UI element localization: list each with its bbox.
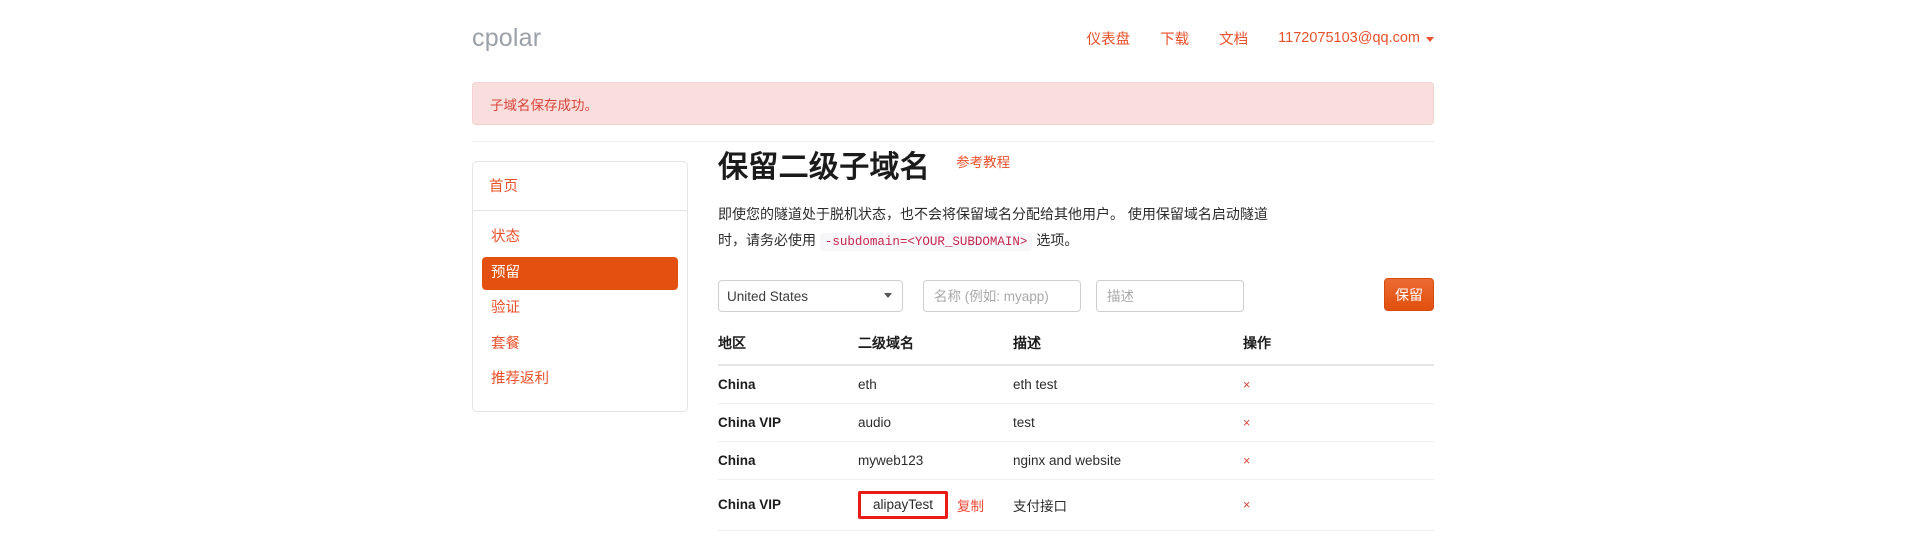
sidebar-item-referral[interactable]: 推荐返利 <box>482 363 678 397</box>
cell-region: China <box>718 441 858 481</box>
table-header-row: 地区 二级域名 描述 操作 <box>718 333 1434 367</box>
delete-icon[interactable]: × <box>1243 454 1250 468</box>
highlighted-subdomain: alipayTest <box>858 491 949 519</box>
cell-action: × <box>1243 365 1434 405</box>
subdomain-value: audio <box>858 415 892 431</box>
table-row: China VIP audio test × <box>718 403 1434 443</box>
cell-description: 支付接口 <box>1013 479 1243 531</box>
nav-item-download[interactable]: 下载 <box>1160 28 1189 49</box>
cell-subdomain: eth <box>858 365 1013 405</box>
sidebar-item-home[interactable]: 首页 <box>489 179 518 195</box>
nav-user-menu[interactable]: 1172075103@qq.com <box>1278 30 1434 46</box>
sidebar-list: 状态 预留 验证 套餐 推荐返利 <box>473 211 687 411</box>
subdomain-desc-input[interactable] <box>1096 280 1244 313</box>
cell-action: × <box>1243 479 1434 531</box>
title-row: 保留二级子域名 参考教程 <box>718 150 1434 186</box>
chevron-down-icon <box>1426 36 1434 42</box>
cell-description: test <box>1013 403 1243 443</box>
subdomain-cell-inner: alipayTest 复制 <box>858 491 1013 519</box>
cell-description: nginx and website <box>1013 441 1243 481</box>
cell-region: China <box>718 365 858 405</box>
copy-link[interactable]: 复制 <box>957 495 984 515</box>
nav-user-email: 1172075103@qq.com <box>1278 30 1420 46</box>
cell-region: China VIP <box>718 403 858 443</box>
sidebar-header: 首页 <box>473 162 687 211</box>
success-alert: 子域名保存成功。 <box>472 82 1434 125</box>
header-divider <box>472 141 1434 142</box>
cell-subdomain: audio <box>858 403 1013 443</box>
cell-action: × <box>1243 441 1434 481</box>
reserved-subdomains-table: 地区 二级域名 描述 操作 China eth eth test × China… <box>718 333 1434 531</box>
sidebar: 首页 状态 预留 验证 套餐 推荐返利 <box>472 161 688 412</box>
page-root: cpolar 仪表盘 下载 文档 1172075103@qq.com 子域名保存… <box>0 0 1920 554</box>
subdomain-code-snippet: -subdomain=<YOUR_SUBDOMAIN> <box>819 232 1033 251</box>
table-row: China VIP alipayTest 复制 支付接口 × <box>718 479 1434 531</box>
delete-icon[interactable]: × <box>1243 416 1250 430</box>
page-description: 即使您的隧道处于脱机状态，也不会将保留域名分配给其他用户。 使用保留域名启动隧道… <box>718 202 1290 254</box>
reserve-button[interactable]: 保留 <box>1384 278 1434 312</box>
cell-action: × <box>1243 403 1434 443</box>
th-description: 描述 <box>1013 333 1243 367</box>
navbar: cpolar 仪表盘 下载 文档 1172075103@qq.com <box>472 0 1434 72</box>
table-row: China eth eth test × <box>718 365 1434 405</box>
reserve-form: United States 保留 <box>718 278 1434 314</box>
table-row: China myweb123 nginx and website × <box>718 441 1434 481</box>
th-action: 操作 <box>1243 333 1434 367</box>
table-head: 地区 二级域名 描述 操作 <box>718 333 1434 367</box>
cell-description: eth test <box>1013 365 1243 405</box>
brand-logo[interactable]: cpolar <box>472 22 541 51</box>
th-region: 地区 <box>718 333 858 367</box>
region-select-wrap: United States <box>718 280 903 313</box>
cell-region: China VIP <box>718 479 858 531</box>
table-body: China eth eth test × China VIP audio tes… <box>718 365 1434 531</box>
main-content: 保留二级子域名 参考教程 即使您的隧道处于脱机状态，也不会将保留域名分配给其他用… <box>718 150 1434 531</box>
delete-icon[interactable]: × <box>1243 498 1250 512</box>
nav-links: 仪表盘 下载 文档 1172075103@qq.com <box>1087 24 1434 49</box>
alert-message: 子域名保存成功。 <box>490 97 598 113</box>
sidebar-item-verify[interactable]: 验证 <box>482 292 678 326</box>
sidebar-item-reserved[interactable]: 预留 <box>482 256 678 291</box>
th-subdomain: 二级域名 <box>858 333 1013 367</box>
tutorial-link[interactable]: 参考教程 <box>956 151 1010 171</box>
subdomain-value: myweb123 <box>858 453 924 469</box>
subdomain-value: eth <box>858 377 877 393</box>
navbar-container: cpolar 仪表盘 下载 文档 1172075103@qq.com <box>472 0 1434 72</box>
sidebar-item-status[interactable]: 状态 <box>482 221 678 255</box>
cell-subdomain: myweb123 <box>858 441 1013 481</box>
subdomain-name-input[interactable] <box>923 280 1081 313</box>
description-text-2: 选项。 <box>1032 231 1079 248</box>
nav-item-dashboard[interactable]: 仪表盘 <box>1087 28 1131 49</box>
page-title: 保留二级子域名 <box>718 151 931 184</box>
cell-subdomain: alipayTest 复制 <box>858 479 1013 531</box>
delete-icon[interactable]: × <box>1243 378 1250 392</box>
nav-item-docs[interactable]: 文档 <box>1219 28 1248 49</box>
sidebar-item-plans[interactable]: 套餐 <box>482 328 678 362</box>
region-select[interactable]: United States <box>718 280 903 313</box>
